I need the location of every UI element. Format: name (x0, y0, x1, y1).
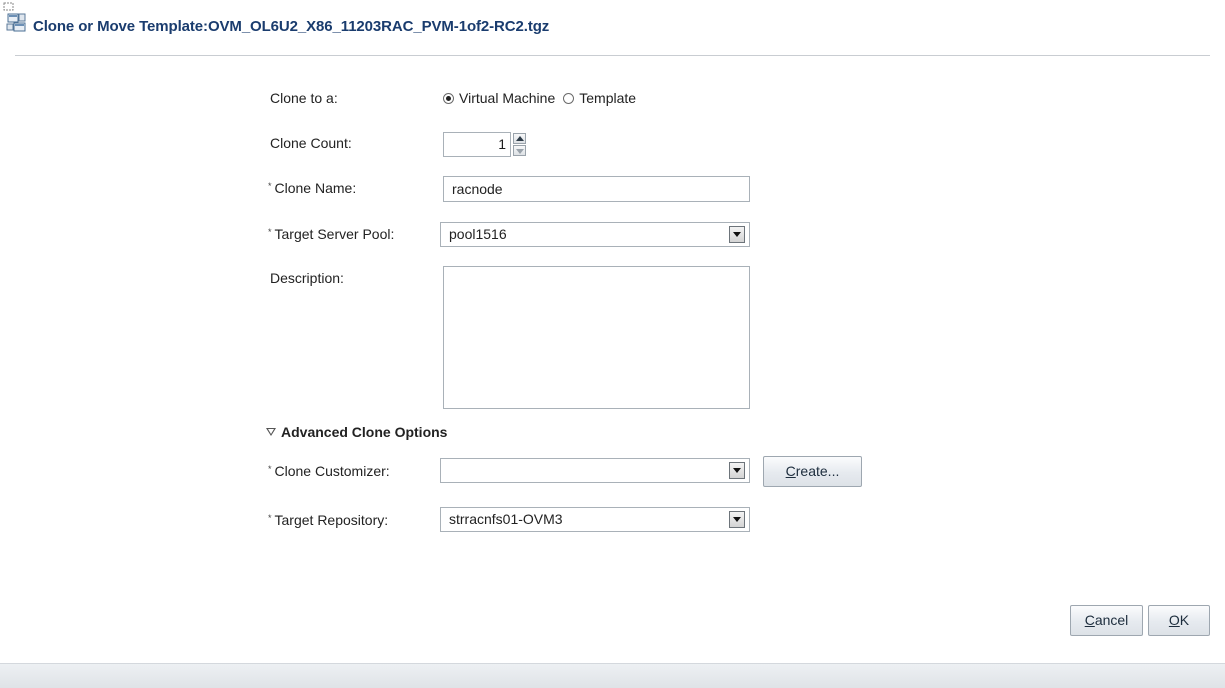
chevron-down-icon[interactable] (729, 462, 745, 479)
increment-button[interactable] (513, 133, 526, 144)
advanced-clone-options-toggle[interactable]: Advanced Clone Options (266, 424, 447, 440)
disclosure-expanded-icon (266, 428, 276, 436)
cancel-button-mnemonic: C (1084, 612, 1095, 628)
clone-to-radio-group: Virtual Machine Template (443, 89, 644, 107)
clone-count-stepper: 1 (443, 132, 526, 157)
clone-customizer-label-text: Clone Customizer: (274, 463, 390, 479)
title-divider (15, 55, 1210, 56)
cancel-button-label: ancel (1094, 612, 1129, 628)
ok-button-label: K (1179, 612, 1190, 628)
target-repository-label: * Target Repository: (268, 512, 388, 528)
create-button[interactable]: Create... (763, 456, 862, 487)
target-repository-value: strracnfs01-OVM3 (449, 511, 563, 527)
clone-customizer-select[interactable] (440, 458, 750, 483)
template-icon (2, 2, 32, 36)
target-server-pool-label: * Target Server Pool: (268, 226, 394, 242)
chevron-down-icon[interactable] (729, 226, 745, 243)
create-button-mnemonic: C (785, 463, 796, 479)
target-server-pool-value: pool1516 (449, 226, 507, 242)
clone-to-label: Clone to a: (270, 90, 338, 106)
required-indicator: * (268, 181, 272, 191)
target-repository-label-text: Target Repository: (274, 512, 389, 528)
ok-button-mnemonic: O (1168, 612, 1180, 628)
dialog-title-bar: Clone or Move Template:OVM_OL6U2_X86_112… (0, 0, 1225, 55)
clone-name-label-text: Clone Name: (274, 180, 357, 196)
clone-count-label: Clone Count: (270, 135, 352, 151)
description-label: Description: (270, 270, 344, 286)
dialog-bottom-bar (0, 663, 1225, 688)
advanced-clone-options-label: Advanced Clone Options (281, 424, 448, 440)
target-repository-select[interactable]: strracnfs01-OVM3 (440, 507, 750, 532)
clone-name-input[interactable]: racnode (443, 176, 750, 202)
dialog-title: Clone or Move Template:OVM_OL6U2_X86_112… (33, 18, 550, 35)
target-server-pool-select[interactable]: pool1516 (440, 222, 750, 247)
radio-virtual-machine-label: Virtual Machine (459, 90, 556, 106)
radio-template-label: Template (579, 90, 637, 106)
radio-template[interactable]: Template (563, 90, 644, 106)
decrement-button[interactable] (513, 145, 526, 156)
cancel-button[interactable]: Cancel (1070, 605, 1143, 636)
arrow-down-icon (516, 149, 524, 154)
clone-customizer-label: * Clone Customizer: (268, 463, 390, 479)
clone-count-input[interactable]: 1 (443, 132, 511, 157)
radio-checked-icon[interactable] (443, 92, 454, 104)
required-indicator: * (268, 227, 272, 237)
target-server-pool-label-text: Target Server Pool: (274, 226, 395, 242)
radio-virtual-machine[interactable]: Virtual Machine (443, 90, 563, 106)
ok-button[interactable]: OK (1148, 605, 1210, 636)
clone-template-dialog: Clone or Move Template:OVM_OL6U2_X86_112… (0, 0, 1225, 688)
clone-name-label: * Clone Name: (268, 180, 356, 196)
required-indicator: * (268, 513, 272, 523)
arrow-up-icon (516, 136, 524, 141)
required-indicator: * (268, 464, 272, 474)
chevron-down-icon[interactable] (729, 511, 745, 528)
radio-unchecked-icon[interactable] (563, 92, 575, 104)
description-textarea[interactable] (443, 266, 750, 409)
stepper-buttons (513, 132, 526, 157)
create-button-label: reate... (795, 463, 840, 479)
